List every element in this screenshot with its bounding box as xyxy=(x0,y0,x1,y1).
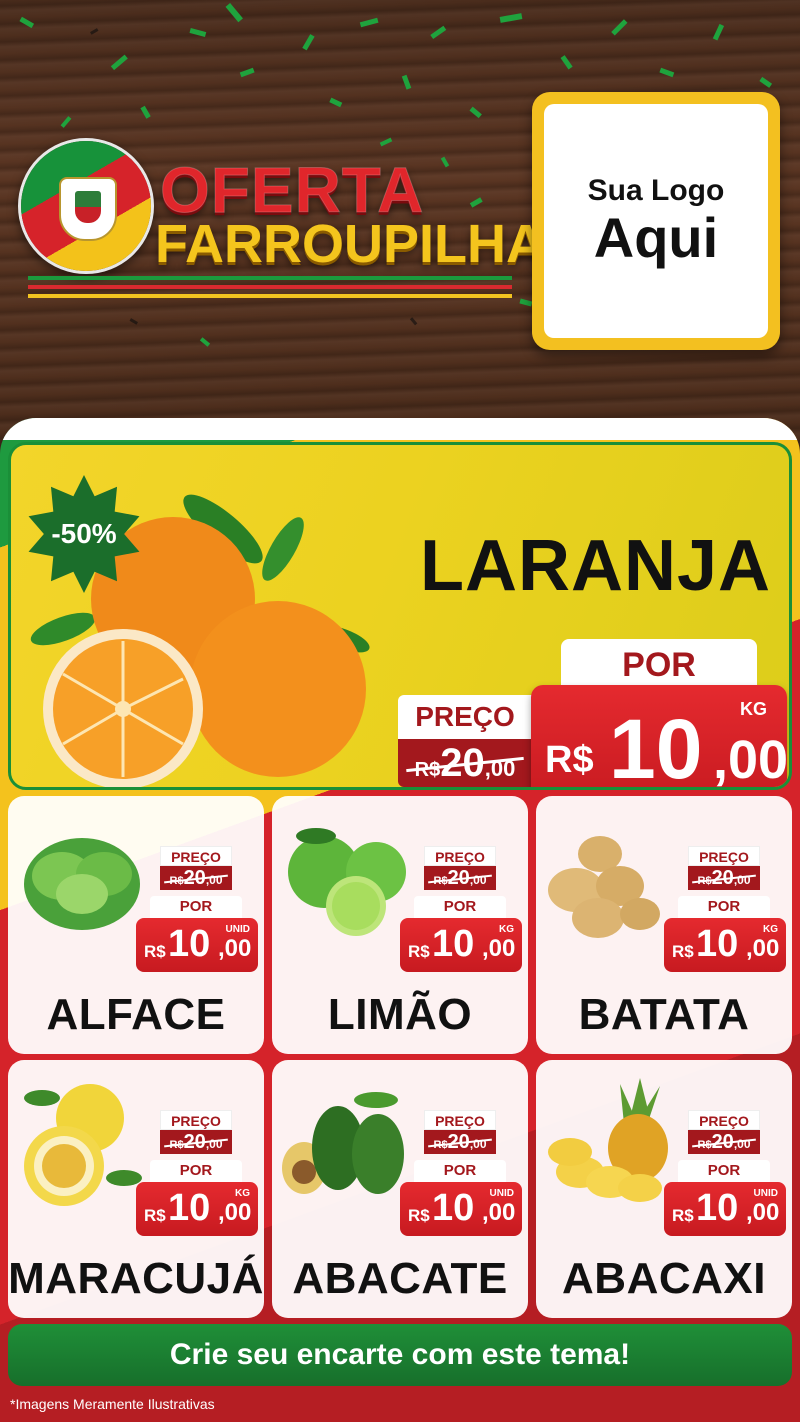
preco-label: PREÇO xyxy=(160,1110,232,1130)
product-name: LIMÃO xyxy=(327,990,473,1039)
price-integer: 10 xyxy=(609,702,703,790)
price-tag: UNID R$ 10 ,00 xyxy=(136,918,258,972)
old-price: R$20,00 xyxy=(424,866,496,890)
old-price: R$20,00 xyxy=(688,1130,760,1154)
product-name: ABACAXI xyxy=(562,1254,766,1303)
price-decimal: ,00 xyxy=(482,935,516,962)
preco-label: PREÇO xyxy=(424,846,496,866)
preco-label: PREÇO xyxy=(160,846,232,866)
passion-fruit-icon xyxy=(24,1084,142,1206)
product-card[interactable]: PREÇOR$20,00 POR KG R$10 ,00 BATATA xyxy=(536,796,792,1054)
price-unit: UNID xyxy=(489,1188,514,1199)
price-unit: KG xyxy=(763,924,778,935)
product-name: MARACUJÁ xyxy=(8,1254,264,1303)
title-farroupilha: FARROUPILHA xyxy=(155,214,545,274)
old-price-block: PREÇOR$20,00 xyxy=(688,846,760,892)
featured-offer-card[interactable]: -50% LARANJA POR PREÇO R$20,00 KG R$ 10 … xyxy=(8,442,792,790)
old-price: R$20,00 xyxy=(160,866,232,890)
old-price: R$20,00 xyxy=(160,1130,232,1154)
price-decimal: ,00 xyxy=(746,935,780,962)
old-price: R$20,00 xyxy=(424,1130,496,1154)
price-decimal: ,00 xyxy=(218,935,252,962)
por-label: POR xyxy=(150,1160,242,1182)
price-decimal: ,00 xyxy=(482,1199,516,1226)
red-stripe xyxy=(28,285,512,289)
por-label: POR xyxy=(414,896,506,918)
price-currency: R$ xyxy=(144,1206,166,1225)
product-name: BATATA xyxy=(578,990,750,1039)
por-label: POR xyxy=(150,896,242,918)
preco-label: PREÇO xyxy=(688,846,760,866)
price-tag: KG R$ 10 ,00 xyxy=(136,1182,258,1236)
product-card[interactable]: PREÇOR$20,00 POR UNID R$10 ,00 ALFACE xyxy=(8,796,264,1054)
product-card[interactable]: PREÇOR$20,00 POR KG R$10 ,00 LIMÃO xyxy=(272,796,528,1054)
rio-grande-do-sul-flag-badge xyxy=(18,138,154,274)
price-integer: 10 xyxy=(168,923,211,965)
price-integer: 10 xyxy=(432,923,475,965)
price-unit: KG xyxy=(740,699,767,719)
price-decimal: ,00 xyxy=(746,1199,780,1226)
price-currency: R$ xyxy=(408,942,430,961)
discount-badge: -50% xyxy=(51,518,117,549)
lettuce-icon xyxy=(24,838,140,930)
por-label: POR xyxy=(414,1160,506,1182)
price-currency: R$ xyxy=(672,942,694,961)
price-tag: UNID R$ 10 ,00 xyxy=(400,1182,522,1236)
product-name: ALFACE xyxy=(46,990,226,1039)
price-currency: R$ xyxy=(672,1206,694,1225)
avocado-icon xyxy=(282,1092,404,1194)
preco-label: PREÇO xyxy=(688,1110,760,1130)
price-decimal: ,00 xyxy=(713,730,789,790)
cta-banner[interactable]: Crie seu encarte com este tema! xyxy=(8,1324,792,1386)
featured-price-tag: KG R$ 10 ,00 xyxy=(531,685,789,790)
preco-label: PREÇO xyxy=(424,1110,496,1130)
potato-icon xyxy=(548,836,660,938)
por-label: POR xyxy=(561,639,757,691)
yellow-stripe xyxy=(28,294,512,298)
por-label: POR xyxy=(678,896,770,918)
old-price-block: PREÇOR$20,00 xyxy=(424,1110,496,1156)
disclaimer-text: *Imagens Meramente Ilustrativas xyxy=(10,1396,215,1412)
price-integer: 10 xyxy=(696,1187,739,1229)
logo-placeholder[interactable]: Sua Logo Aqui xyxy=(532,92,780,350)
pineapple-icon xyxy=(548,1078,668,1202)
product-card[interactable]: PREÇOR$20,00 POR UNID R$10 ,00 ABACATE xyxy=(272,1060,528,1318)
board-top-edge xyxy=(0,418,800,440)
price-unit: UNID xyxy=(753,1188,778,1199)
price-tag: KG R$ 10 ,00 xyxy=(400,918,522,972)
price-unit: KG xyxy=(499,924,514,935)
price-integer: 10 xyxy=(696,923,739,965)
price-currency: R$ xyxy=(545,739,594,781)
price-integer: 10 xyxy=(168,1187,211,1229)
preco-label: PREÇO xyxy=(398,695,532,739)
offers-board: -50% LARANJA POR PREÇO R$20,00 KG R$ 10 … xyxy=(0,418,800,1422)
old-price-block: PREÇO R$20,00 xyxy=(398,695,532,787)
old-price: R$20,00 xyxy=(688,866,760,890)
green-stripe xyxy=(28,276,512,280)
price-integer: 10 xyxy=(432,1187,475,1229)
logo-line1: Sua Logo xyxy=(587,174,725,207)
price-unit: KG xyxy=(235,1188,250,1199)
price-tag: KG R$ 10 ,00 xyxy=(664,918,786,972)
logo-line2: Aqui xyxy=(593,206,719,269)
lime-icon xyxy=(288,828,406,936)
featured-product-name: LARANJA xyxy=(419,526,771,606)
price-currency: R$ xyxy=(408,1206,430,1225)
price-tag: UNID R$ 10 ,00 xyxy=(664,1182,786,1236)
old-price-block: PREÇOR$20,00 xyxy=(688,1110,760,1156)
old-price-block: PREÇOR$20,00 xyxy=(160,846,232,892)
product-card[interactable]: PREÇOR$20,00 POR UNID R$10 ,00 ABACAXI xyxy=(536,1060,792,1318)
price-decimal: ,00 xyxy=(218,1199,252,1226)
old-price-block: PREÇOR$20,00 xyxy=(160,1110,232,1156)
old-price: R$20,00 xyxy=(398,739,532,787)
price-unit: UNID xyxy=(225,924,250,935)
price-currency: R$ xyxy=(144,942,166,961)
old-price-block: PREÇOR$20,00 xyxy=(424,846,496,892)
wood-header-background: OFERTA FARROUPILHA Sua Logo Aqui xyxy=(0,0,800,440)
coat-of-arms-icon xyxy=(59,177,117,241)
por-label: POR xyxy=(678,1160,770,1182)
product-name: ABACATE xyxy=(292,1254,508,1303)
product-card[interactable]: PREÇOR$20,00 POR KG R$10 ,00 MARACUJÁ xyxy=(8,1060,264,1318)
title-oferta: OFERTA xyxy=(159,154,425,226)
